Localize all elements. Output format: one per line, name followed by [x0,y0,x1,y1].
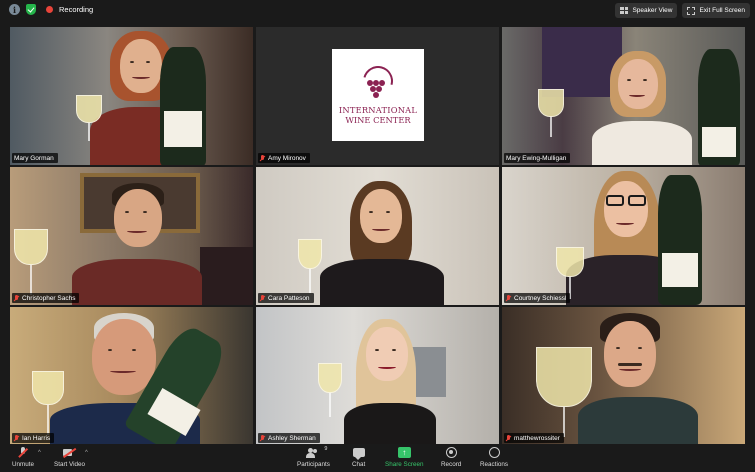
participant-name-tag: Christopher Sachs [12,293,80,303]
record-button[interactable]: Record [441,446,461,468]
speaker-view-label: Speaker View [632,7,673,14]
video-off-icon [63,448,76,457]
participant-name-tag: Ian Harris [12,433,55,443]
muted-mic-icon [506,294,511,302]
chat-icon [352,448,365,460]
participant-video [502,307,745,445]
video-tile-courtney-schiessl[interactable]: Courtney Schiessl [502,167,745,305]
participant-name: Cara Patteson [268,294,310,302]
chat-button[interactable]: Chat [352,446,365,468]
recording-dot-icon [46,6,53,13]
unmute-label: Unmute [12,461,35,468]
grid-icon [620,7,629,14]
video-tile-mary-gorman[interactable]: Mary Gorman [10,27,253,165]
participants-button[interactable]: 9 Participants [297,446,330,469]
muted-mic-icon [260,154,265,162]
participant-video [256,167,499,305]
participant-name-tag: Amy Mironov [258,153,310,163]
participant-name: Mary Gorman [14,154,54,162]
video-tile-christopher-sachs[interactable]: Christopher Sachs [10,167,253,305]
share-screen-button[interactable]: ↑ Share Screen [385,446,424,468]
participant-name-tag: Courtney Schiessl [504,293,571,303]
participant-name-tag: Ashley Sherman [258,433,320,443]
international-wine-center-logo: INTERNATIONAL WINE CENTER [332,49,424,141]
logo-text-line1: INTERNATIONAL [338,104,418,115]
video-options-caret-icon[interactable]: ^ [85,450,88,456]
muted-mic-icon [506,434,511,442]
video-tile-ashley-sherman[interactable]: Ashley Sherman [256,307,499,445]
info-icon[interactable]: i [9,4,20,15]
participant-name: matthewrossiter [514,434,560,442]
participant-video [502,27,745,165]
video-tile-amy-mironov[interactable]: INTERNATIONAL WINE CENTER Amy Mironov [256,27,499,165]
unmute-button[interactable]: Unmute [12,446,34,468]
muted-mic-icon [260,434,265,442]
recording-label: Recording [59,5,94,14]
participant-video [10,167,253,305]
share-screen-icon: ↑ [397,447,411,458]
fullscreen-icon [687,6,696,15]
participant-name-tag: Mary Gorman [12,153,58,163]
participant-video [10,27,253,165]
meeting-top-bar: i Recording Speaker View Exit Full Scree… [0,0,755,22]
participant-name: Ian Harris [22,434,51,442]
participant-name: Christopher Sachs [22,294,76,302]
participant-video [10,307,253,445]
grapes-logo-icon [357,60,399,102]
participant-name: Ashley Sherman [268,434,316,442]
participant-name-tag: Mary Ewing-Mulligan [504,153,571,163]
participant-name: Amy Mironov [268,154,306,162]
start-video-button[interactable]: Start Video [54,446,85,468]
muted-mic-icon [14,434,19,442]
reactions-smiley-icon [488,447,500,458]
reactions-button[interactable]: Reactions [480,446,508,468]
video-tile-matthewrossiter[interactable]: matthewrossiter [502,307,745,445]
speaker-view-button[interactable]: Speaker View [615,3,678,18]
participant-name: Mary Ewing-Mulligan [506,154,567,162]
exit-fullscreen-label: Exit Full Screen [699,7,745,14]
share-screen-label: Share Screen [385,461,424,468]
participant-name: Courtney Schiessl [514,294,567,302]
participants-label: Participants [297,461,330,468]
participants-icon: 9 [306,446,327,458]
exit-fullscreen-button[interactable]: Exit Full Screen [682,3,750,18]
participant-video [502,167,745,305]
muted-mic-icon [14,294,19,302]
reactions-label: Reactions [480,461,509,468]
security-shield-icon[interactable] [26,4,36,15]
record-label: Record [441,461,462,468]
video-tile-mary-ewing-mulligan[interactable]: Mary Ewing-Mulligan [502,27,745,165]
participant-video [256,307,499,445]
participant-name-tag: matthewrossiter [504,433,564,443]
video-tile-ian-harris[interactable]: Ian Harris [10,307,253,445]
muted-mic-icon [260,294,265,302]
participant-name-tag: Cara Patteson [258,293,314,303]
logo-text-line2: WINE CENTER [345,114,411,125]
video-tile-cara-patteson[interactable]: Cara Patteson [256,167,499,305]
audio-options-caret-icon[interactable]: ^ [38,450,41,456]
record-icon [445,447,457,458]
muted-microphone-icon [18,447,28,458]
chat-label: Chat [352,461,366,468]
participants-count: 9 [324,445,328,452]
start-video-label: Start Video [54,461,86,468]
meeting-controls-toolbar: Unmute ^ Start Video ^ 9 Participants Ch… [0,444,755,472]
